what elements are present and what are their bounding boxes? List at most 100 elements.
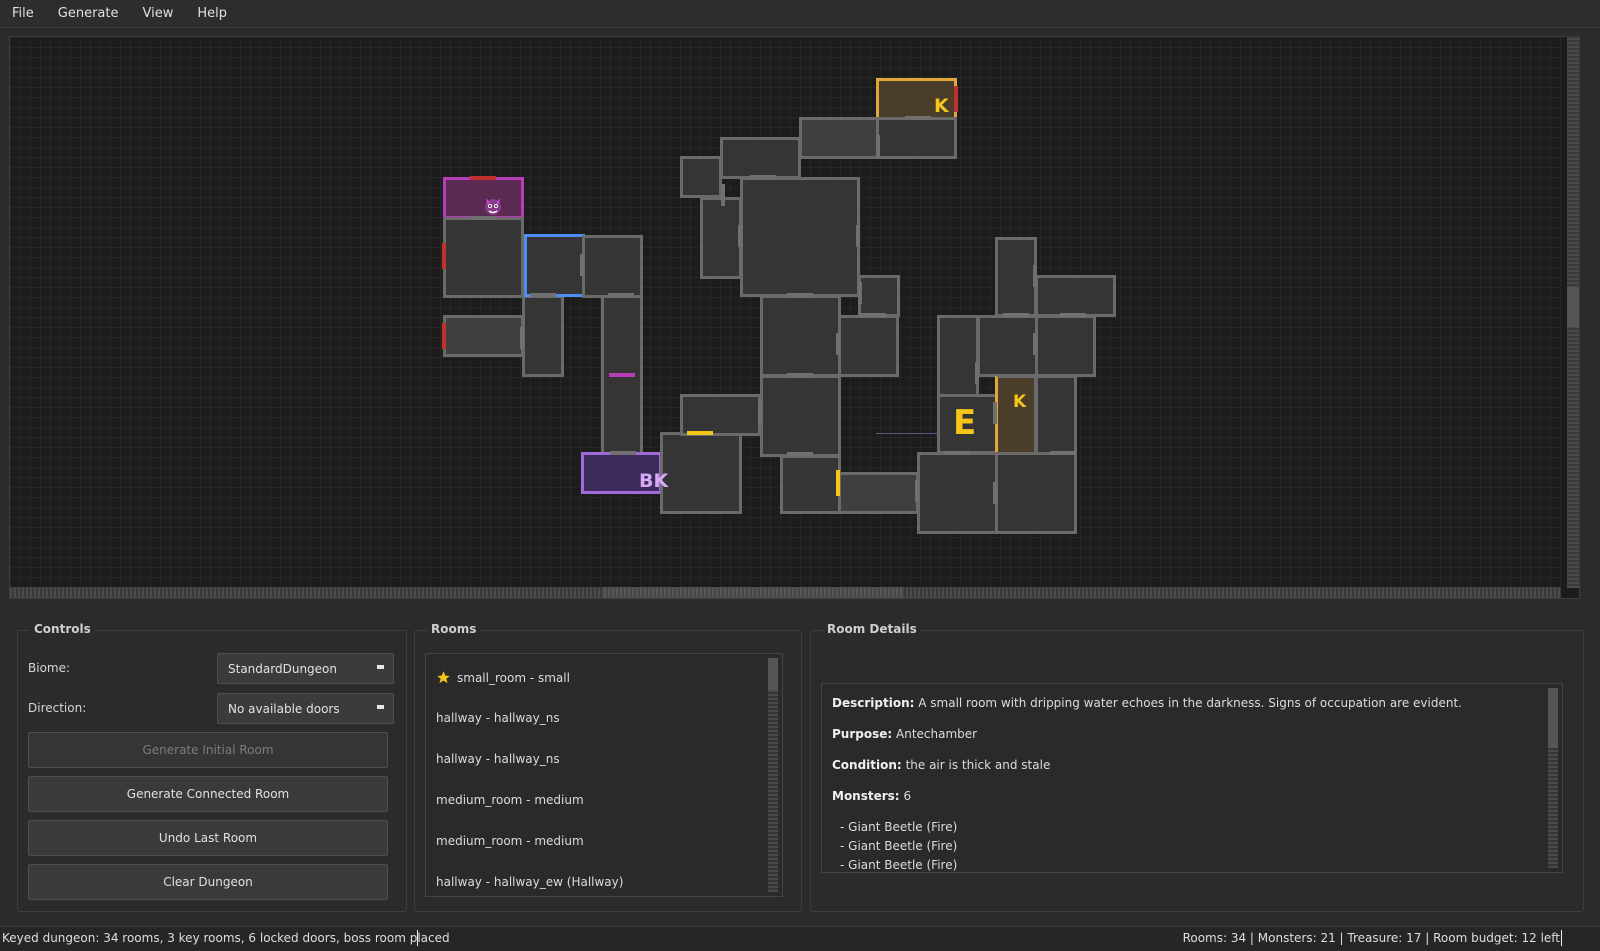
list-item[interactable]: medium_room - medium <box>436 834 584 848</box>
map-room[interactable] <box>838 315 899 377</box>
map-room[interactable] <box>680 394 761 436</box>
map-room[interactable] <box>876 117 957 159</box>
details-scrollbar[interactable] <box>1548 688 1558 868</box>
map-room[interactable] <box>443 315 524 357</box>
map-room[interactable] <box>522 295 564 377</box>
door[interactable] <box>856 225 860 247</box>
map-room[interactable] <box>720 137 801 179</box>
map-room[interactable] <box>858 275 900 317</box>
generate-initial-room-button[interactable]: Generate Initial Room <box>28 732 388 768</box>
door[interactable] <box>905 116 931 120</box>
menu-file[interactable]: File <box>0 6 46 21</box>
door[interactable] <box>738 225 742 247</box>
monsters-count: 6 <box>903 789 912 803</box>
dungeon-map-view[interactable]: K K E BK <box>9 36 1580 599</box>
map-room[interactable] <box>740 177 860 297</box>
door[interactable] <box>758 402 762 424</box>
rooms-title: Rooms <box>427 622 481 636</box>
map-room[interactable] <box>838 472 919 514</box>
door[interactable] <box>787 452 813 456</box>
list-item[interactable]: hallway - hallway_ns <box>436 711 560 725</box>
map-room[interactable] <box>660 432 742 514</box>
map-grid: K K E BK <box>10 37 1561 588</box>
map-room[interactable] <box>937 315 979 397</box>
door[interactable] <box>993 482 997 504</box>
door[interactable] <box>1050 451 1076 455</box>
map-room[interactable] <box>443 217 524 298</box>
map-room[interactable] <box>995 237 1037 317</box>
list-item-label: medium_room - medium <box>436 834 584 848</box>
menu-help[interactable]: Help <box>185 6 239 21</box>
locked-door[interactable] <box>470 176 496 180</box>
door[interactable] <box>876 135 880 157</box>
description-line: Description: A small room with dripping … <box>832 696 1462 710</box>
scrollbar-thumb[interactable] <box>1567 287 1579 327</box>
key-room[interactable] <box>995 375 1037 455</box>
door[interactable] <box>530 293 556 297</box>
door[interactable] <box>721 184 725 206</box>
clear-dungeon-button[interactable]: Clear Dungeon <box>28 864 388 900</box>
map-room[interactable] <box>917 452 998 534</box>
scrollbar-thumb[interactable] <box>604 587 904 598</box>
door[interactable] <box>787 293 813 297</box>
map-room[interactable] <box>760 375 841 457</box>
door[interactable] <box>1060 313 1086 317</box>
dropdown-arrow-icon <box>377 705 384 709</box>
map-room[interactable] <box>700 197 742 279</box>
list-item[interactable]: medium_room - medium <box>436 793 584 807</box>
door[interactable] <box>750 175 776 179</box>
rooms-list[interactable]: small_room - small hallway - hallway_ns … <box>425 653 783 897</box>
door[interactable] <box>860 313 886 317</box>
door[interactable] <box>608 293 634 297</box>
menu-generate[interactable]: Generate <box>46 6 131 21</box>
menu-view[interactable]: View <box>130 6 185 21</box>
generate-connected-room-button[interactable]: Generate Connected Room <box>28 776 388 812</box>
key-door[interactable] <box>836 470 840 496</box>
door[interactable] <box>858 282 862 304</box>
map-room[interactable] <box>977 315 1038 377</box>
map-room[interactable] <box>799 117 880 159</box>
door[interactable] <box>580 254 584 276</box>
door[interactable] <box>975 362 979 384</box>
map-room[interactable] <box>780 455 841 514</box>
direction-label: Direction: <box>28 701 87 715</box>
rooms-panel: Rooms small_room - small hallway - hallw… <box>414 622 802 912</box>
map-room[interactable] <box>995 452 1077 534</box>
room-details-text[interactable]: Description: A small room with dripping … <box>821 683 1563 873</box>
list-item[interactable]: hallway - hallway_ns <box>436 752 560 766</box>
map-room[interactable] <box>760 295 841 377</box>
rooms-list-scrollbar[interactable] <box>768 658 778 892</box>
door[interactable] <box>520 327 524 349</box>
door[interactable] <box>915 480 919 502</box>
boss-door[interactable] <box>609 373 635 377</box>
map-horizontal-scrollbar[interactable] <box>10 587 1561 598</box>
locked-door[interactable] <box>954 86 958 112</box>
key-door[interactable] <box>687 431 713 435</box>
map-room[interactable] <box>1035 275 1116 317</box>
direction-select[interactable]: No available doors <box>217 693 394 724</box>
door[interactable] <box>1033 265 1037 287</box>
biome-select[interactable]: StandardDungeon <box>217 653 394 684</box>
map-room[interactable] <box>680 156 722 198</box>
list-item[interactable]: small_room - small <box>436 670 570 685</box>
map-room[interactable] <box>1035 315 1096 377</box>
door[interactable] <box>787 373 813 377</box>
scrollbar-thumb[interactable] <box>768 658 778 690</box>
map-vertical-scrollbar[interactable] <box>1567 37 1579 588</box>
map-room[interactable] <box>582 235 643 298</box>
selected-room[interactable] <box>524 234 585 297</box>
scrollbar-thumb[interactable] <box>1548 688 1558 748</box>
map-room[interactable] <box>1035 375 1077 455</box>
door[interactable] <box>944 451 970 455</box>
description-label: Description: <box>832 696 915 710</box>
monsters-label: Monsters: <box>832 789 900 803</box>
door[interactable] <box>993 402 997 424</box>
list-item[interactable]: hallway - hallway_ew (Hallway) <box>436 875 623 889</box>
door[interactable] <box>836 333 840 355</box>
door[interactable] <box>1033 333 1037 355</box>
door[interactable] <box>610 451 636 455</box>
locked-door[interactable] <box>442 243 446 269</box>
undo-last-room-button[interactable]: Undo Last Room <box>28 820 388 856</box>
door[interactable] <box>1003 313 1029 317</box>
locked-door[interactable] <box>442 323 446 349</box>
